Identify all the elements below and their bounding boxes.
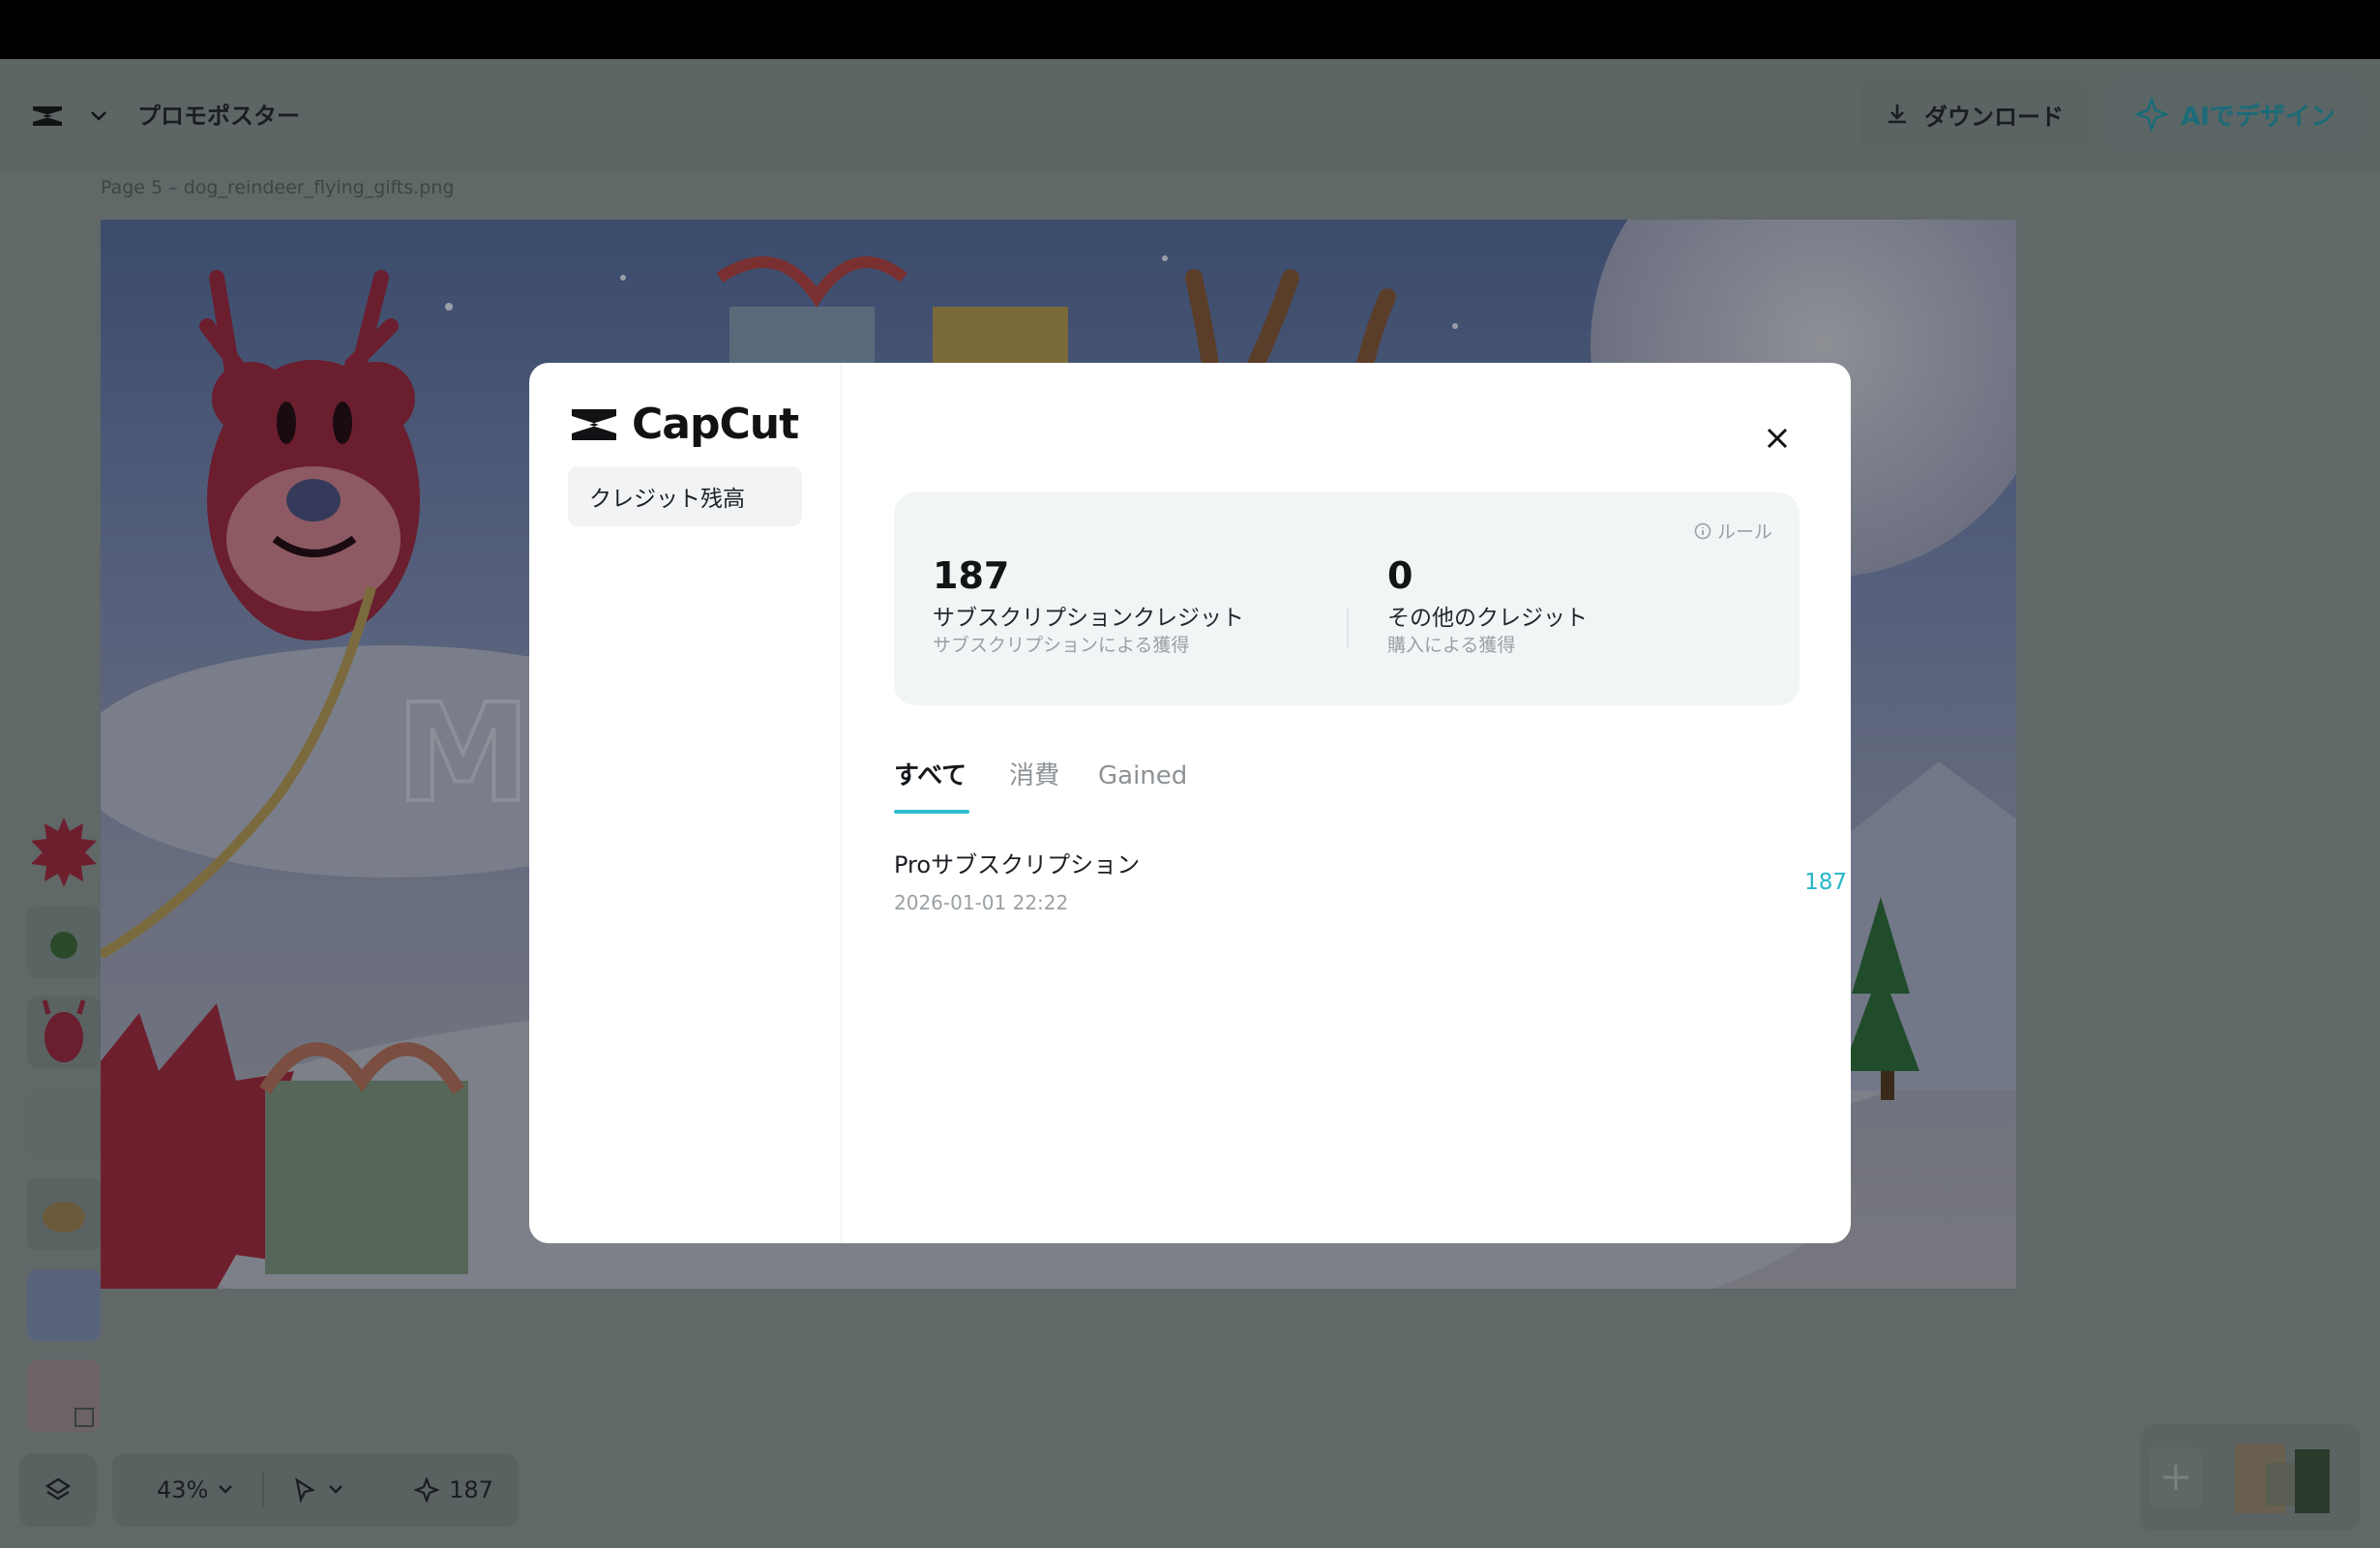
rules-label: ルール — [1716, 521, 1772, 543]
layer-thumb-starburst[interactable] — [27, 816, 101, 887]
ai-design-label: AIでデザイン — [2181, 102, 2335, 132]
tab-consumed[interactable]: 消費 — [1009, 759, 1059, 792]
layers-icon — [45, 1477, 72, 1501]
toolbar-divider — [262, 1473, 265, 1507]
download-label: ダウンロード — [1924, 103, 2064, 131]
ornament-thumb-icon — [50, 932, 77, 959]
layer-thumb-reindeer[interactable] — [27, 997, 101, 1068]
credit-balance-modal: CapCut クレジット残高 ルール 187 サブスクリプションクレジット サブ… — [529, 363, 1851, 1243]
window-top-bar — [0, 0, 2380, 59]
subscription-credit-title: サブスクリプションクレジット — [933, 606, 1244, 631]
page-label: Page 5 – dog_reindeer_flying_gifts.png — [101, 177, 455, 198]
credit-divider — [1347, 609, 1349, 647]
sidebar-item-label: クレジット残高 — [589, 487, 745, 512]
chevron-down-icon[interactable] — [216, 1483, 235, 1497]
credit-summary-card: ルール 187 サブスクリプションクレジット サブスクリプションによる獲得 0 … — [894, 492, 1800, 705]
download-icon — [1889, 104, 1906, 124]
zoom-value[interactable]: 43% — [157, 1476, 208, 1503]
sparkle-icon — [414, 1477, 440, 1503]
credits-button[interactable]: 187 — [389, 1453, 519, 1527]
modal-sidebar: CapCut クレジット残高 — [529, 363, 842, 1243]
layer-thumb-color[interactable] — [27, 1360, 101, 1432]
text-sticker: M — [396, 675, 530, 833]
credits-count: 187 — [449, 1476, 493, 1503]
pointer-icon[interactable] — [291, 1476, 318, 1503]
page-thumbnails-preview — [2150, 1444, 2330, 1513]
layer-thumb-dog[interactable] — [27, 1178, 101, 1250]
reindeer-sticker[interactable] — [199, 270, 420, 640]
other-credit-title: その他のクレジット — [1387, 606, 1588, 631]
page-thumbnails[interactable] — [2140, 1424, 2361, 1531]
layer-thumb-background[interactable] — [27, 1269, 101, 1341]
capcut-logo-icon — [572, 408, 616, 440]
sidebar-item-credit-balance[interactable]: クレジット残高 — [568, 466, 802, 526]
rules-link[interactable]: ルール — [1694, 518, 1772, 544]
ai-design-button[interactable]: AIでデザイン — [2109, 77, 2361, 151]
active-tab-indicator — [894, 810, 969, 814]
chevron-down-icon[interactable] — [326, 1483, 345, 1497]
ai-design-icon — [2134, 97, 2170, 132]
other-credit-subtitle: 購入による獲得 — [1387, 635, 1516, 656]
chevron-down-icon[interactable] — [89, 109, 108, 123]
close-icon — [1767, 428, 1788, 449]
info-icon — [1694, 522, 1711, 539]
other-credit-value: 0 — [1387, 554, 1413, 597]
image-edit-icon — [74, 1408, 94, 1427]
transaction-date: 2026-01-01 22:22 — [894, 891, 1069, 914]
reindeer-thumb-icon — [42, 999, 86, 1062]
layers-button[interactable] — [19, 1453, 97, 1527]
tab-gained[interactable]: Gained — [1098, 759, 1187, 792]
project-title[interactable]: プロモポスター — [137, 101, 300, 132]
subscription-credit-subtitle: サブスクリプションによる獲得 — [933, 635, 1190, 656]
capcut-brand: CapCut — [568, 400, 799, 449]
dog-thumb-icon — [43, 1202, 85, 1233]
tab-all[interactable]: すべて — [894, 759, 967, 792]
subscription-credit-value: 187 — [933, 554, 1010, 597]
starburst-thumb-icon — [31, 818, 97, 887]
layer-thumb-ornament[interactable] — [27, 907, 101, 978]
download-button[interactable]: ダウンロード — [1859, 77, 2088, 151]
transaction-value: 187 — [1804, 870, 1847, 895]
layer-thumb-transparent[interactable] — [27, 1087, 101, 1159]
capcut-logo-icon[interactable] — [29, 101, 66, 132]
transaction-title: Proサブスクリプション — [894, 851, 1141, 878]
brand-name: CapCut — [632, 400, 799, 449]
close-button[interactable] — [1758, 419, 1797, 458]
